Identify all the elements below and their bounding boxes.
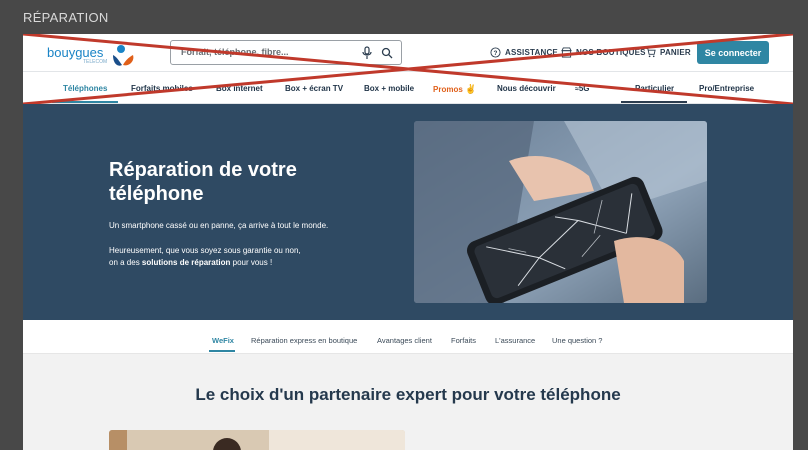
nav-item-box-ecran-tv[interactable]: Box + écran TV [285,84,343,93]
cart-icon [645,47,656,58]
nav-item-pro-entreprise[interactable]: Pro/Entreprise [699,84,754,93]
search-icon[interactable] [381,46,393,60]
assistance-label: ASSISTANCE [505,48,558,57]
search-input[interactable]: Forfait, téléphone, fibre... [181,47,289,57]
partner-photo [109,430,405,450]
site-header: bouygues TELECOM Forfait, téléphone, fib… [23,34,793,71]
nav-item-5g-label: 5G [578,84,590,93]
nav-active-indicator [52,101,118,103]
mic-icon[interactable] [361,46,373,60]
partner-section: Le choix d'un partenaire expert pour vot… [23,354,793,450]
help-circle-icon: ? [490,47,501,58]
hero-banner: Réparation de votre téléphone Un smartph… [23,104,793,320]
tab-forfaits[interactable]: Forfaits [451,336,476,345]
nav-item-promos[interactable]: Promos ✌ [433,84,476,95]
nav-item-particulier[interactable]: Particulier [635,84,674,93]
store-icon [561,47,572,58]
hero-body-line1: Heureusement, que vous soyez sous garant… [109,246,301,255]
hero-title: Réparation de votre téléphone [109,159,297,205]
hero-subtitle: Un smartphone cassé ou en panne, ça arri… [109,221,329,230]
assistance-link[interactable]: ? ASSISTANCE [490,47,558,58]
panier-link[interactable]: PANIER [645,47,691,58]
main-nav: Téléphones Forfaits mobiles Box internet… [23,71,793,104]
broken-phone-image [414,121,707,303]
page-canvas: bouygues TELECOM Forfait, téléphone, fib… [23,34,793,450]
nav-item-forfaits-mobiles[interactable]: Forfaits mobiles [131,84,193,93]
hand-icon: ✌ [465,84,477,94]
tab-avantages-client[interactable]: Avantages client [377,336,432,345]
segment-active-indicator [621,101,687,103]
frame-title: RÉPARATION [23,10,109,25]
nav-item-box-mobile[interactable]: Box + mobile [364,84,414,93]
boutiques-link[interactable]: NOS BOUTIQUES [561,47,646,58]
logo-mark-icon [113,45,134,66]
nav-item-nous-decouvrir[interactable]: Nous découvrir [497,84,556,93]
tab-reparation-express[interactable]: Réparation express en boutique [251,336,357,345]
logo-subtext: TELECOM [83,59,108,65]
nav-item-box-internet[interactable]: Box internet [216,84,263,93]
hero-body-bold: solutions de réparation [141,258,231,267]
svg-text:?: ? [493,50,497,57]
connect-button[interactable]: Se connecter [697,41,769,64]
tab-une-question[interactable]: Une question ? [552,336,602,345]
tab-active-indicator [209,350,235,352]
tab-wefix[interactable]: WeFix [212,336,234,345]
nav-item-promos-label: Promos [433,85,463,94]
search-bar[interactable]: Forfait, téléphone, fibre... [170,40,402,65]
panier-label: PANIER [660,48,691,57]
hero-body-line2-prefix: on a des [109,258,142,267]
broken-phone-illustration [414,121,707,303]
nav-item-5g[interactable]: ≈5G [575,84,590,93]
section-tabs: WeFix Réparation express en boutique Ava… [23,320,793,354]
tab-assurance[interactable]: L'assurance [495,336,535,345]
bouygues-logo[interactable]: bouygues TELECOM [47,41,137,67]
partner-image [109,430,405,450]
logo-text: bouygues [47,45,104,60]
section-title: Le choix d'un partenaire expert pour vot… [195,385,621,404]
hero-body-suffix: pour vous ! [230,258,273,267]
nav-item-telephones[interactable]: Téléphones [63,84,107,93]
boutiques-label: NOS BOUTIQUES [576,48,646,57]
hero-body: Heureusement, que vous soyez sous garant… [109,245,301,269]
